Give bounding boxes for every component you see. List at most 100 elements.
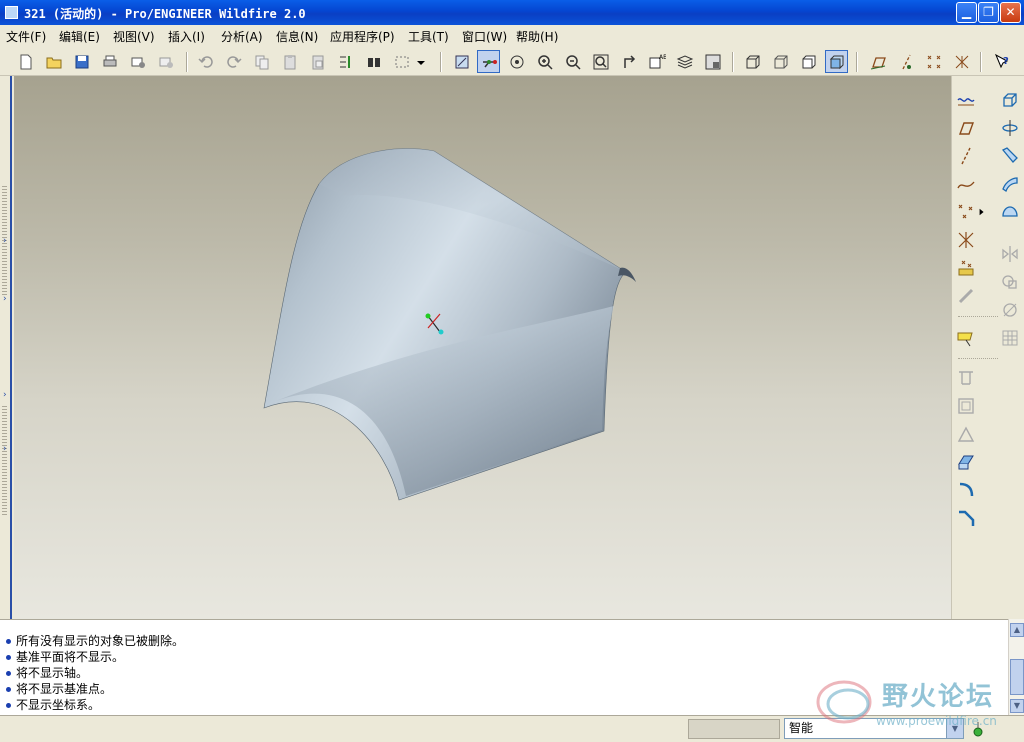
redo-icon[interactable]: [222, 50, 245, 73]
selection-box-icon[interactable]: [390, 50, 413, 73]
datum-curve-tool-icon[interactable]: [953, 172, 979, 196]
datum-planes-icon[interactable]: [866, 50, 889, 73]
graphics-viewport[interactable]: [14, 76, 951, 619]
menu-insert[interactable]: 插入(I): [168, 28, 205, 45]
no-hidden-icon[interactable]: [797, 50, 820, 73]
mirror-tool-icon[interactable]: [997, 242, 1023, 266]
message-scrollbar[interactable]: ▲ ▼: [1008, 619, 1024, 715]
menu-applications[interactable]: 应用程序(P): [330, 28, 395, 45]
datum-points-icon[interactable]: [922, 50, 945, 73]
reorient-icon[interactable]: [617, 50, 640, 73]
pattern-tool-icon[interactable]: [997, 326, 1023, 350]
print-icon[interactable]: [98, 50, 121, 73]
restore-button[interactable]: ❐: [978, 2, 999, 23]
annotation-tool-icon[interactable]: [953, 326, 979, 350]
chevron-right-icon[interactable]: ›: [3, 236, 7, 246]
status-bar: 智能 ▼: [0, 715, 1024, 742]
resize-grip[interactable]: [2, 406, 7, 516]
model-surface[interactable]: [14, 76, 951, 619]
coordinate-system-tool-icon[interactable]: [953, 228, 979, 252]
scroll-up-icon[interactable]: ▲: [1010, 623, 1024, 637]
bullet-icon: [6, 703, 11, 708]
analysis-feature-tool-icon[interactable]: [953, 256, 979, 280]
title-bar[interactable]: 321 (活动的) - Pro/ENGINEER Wildfire 2.0 ▁ …: [0, 0, 1024, 25]
context-help-icon[interactable]: ?: [990, 50, 1013, 73]
message-line: 所有没有显示的对象已被删除。: [6, 632, 184, 649]
wireframe-icon[interactable]: [741, 50, 764, 73]
window-title: 321 (活动的) - Pro/ENGINEER Wildfire 2.0: [24, 7, 306, 21]
datum-axis-tool-icon[interactable]: [953, 144, 979, 168]
menu-tools[interactable]: 工具(T): [408, 28, 449, 45]
merge-tool-icon[interactable]: [997, 270, 1023, 294]
hidden-line-icon[interactable]: [769, 50, 792, 73]
scroll-thumb[interactable]: [1010, 659, 1024, 695]
selection-filter-select[interactable]: 智能 ▼: [784, 718, 964, 739]
draft-tool-icon[interactable]: [953, 422, 979, 446]
view-manager-icon[interactable]: [701, 50, 724, 73]
variable-sweep-tool-icon[interactable]: [997, 144, 1023, 168]
menu-info[interactable]: 信息(N): [276, 28, 318, 45]
left-panel-strip[interactable]: › › › ›: [0, 76, 14, 619]
datum-plane-tool-icon[interactable]: [953, 116, 979, 140]
toolbar-separator: [958, 316, 998, 317]
toolbar-separator: [958, 358, 998, 359]
hole-tool-icon[interactable]: [953, 366, 979, 390]
svg-text:AB: AB: [659, 54, 666, 61]
surface-edge-curl: [618, 267, 636, 282]
chamfer-tool-icon[interactable]: [953, 506, 979, 530]
send-link-icon[interactable]: [154, 50, 177, 73]
undo-icon[interactable]: [194, 50, 217, 73]
paste-icon[interactable]: [278, 50, 301, 73]
shell-tool-icon[interactable]: [953, 394, 979, 418]
new-file-icon[interactable]: [14, 50, 37, 73]
chevron-right-icon[interactable]: ›: [3, 294, 7, 304]
link-tool-icon[interactable]: [953, 284, 979, 308]
minimize-button[interactable]: ▁: [956, 2, 977, 23]
flyout-arrow-icon[interactable]: [976, 200, 988, 224]
copy-icon[interactable]: [250, 50, 273, 73]
zoom-in-icon[interactable]: [533, 50, 556, 73]
menu-file[interactable]: 文件(F): [6, 28, 46, 45]
app-icon: [5, 6, 18, 19]
main-toolbar: AB ?: [0, 47, 1024, 76]
boundary-blend-tool-icon[interactable]: [997, 172, 1023, 196]
message-line: 不显示坐标系。: [6, 696, 100, 713]
save-icon[interactable]: [70, 50, 93, 73]
refit-icon[interactable]: [589, 50, 612, 73]
menu-help[interactable]: 帮助(H): [516, 28, 558, 45]
find-icon[interactable]: [362, 50, 385, 73]
zoom-out-icon[interactable]: [561, 50, 584, 73]
layers-icon[interactable]: [673, 50, 696, 73]
orient-mode-icon[interactable]: [505, 50, 528, 73]
coordinate-systems-icon[interactable]: [950, 50, 973, 73]
chevron-down-icon[interactable]: [414, 50, 428, 73]
chevron-right-icon[interactable]: ›: [3, 444, 7, 454]
message-line: 将不显示轴。: [6, 664, 88, 681]
spin-center-icon[interactable]: [477, 50, 500, 73]
regenerate-icon[interactable]: [334, 50, 357, 73]
send-email-icon[interactable]: [126, 50, 149, 73]
menu-window[interactable]: 窗口(W): [462, 28, 507, 45]
paste-special-icon[interactable]: [306, 50, 329, 73]
saved-views-icon[interactable]: AB: [645, 50, 668, 73]
menu-view[interactable]: 视图(V): [113, 28, 155, 45]
toolbar-separator: [186, 52, 188, 72]
style-tool-icon[interactable]: [997, 200, 1023, 224]
menu-edit[interactable]: 编辑(E): [59, 28, 100, 45]
sketch-tool-icon[interactable]: [953, 88, 979, 112]
trim-tool-icon[interactable]: [997, 298, 1023, 322]
open-folder-icon[interactable]: [42, 50, 65, 73]
repaint-icon[interactable]: [450, 50, 473, 73]
scroll-down-icon[interactable]: ▼: [1010, 699, 1024, 713]
chevron-down-icon[interactable]: ▼: [946, 719, 963, 738]
revolve-tool-icon[interactable]: [997, 116, 1023, 140]
round-tool-icon[interactable]: [953, 478, 979, 502]
shading-icon[interactable]: [825, 50, 848, 73]
close-button[interactable]: ✕: [1000, 2, 1021, 23]
extrude-tool-icon[interactable]: [997, 88, 1023, 112]
bullet-icon: [6, 655, 11, 660]
sweep-blend-tool-icon[interactable]: [953, 450, 979, 474]
datum-axes-icon[interactable]: [894, 50, 917, 73]
chevron-right-icon[interactable]: ›: [3, 390, 7, 400]
menu-analysis[interactable]: 分析(A): [221, 28, 263, 45]
